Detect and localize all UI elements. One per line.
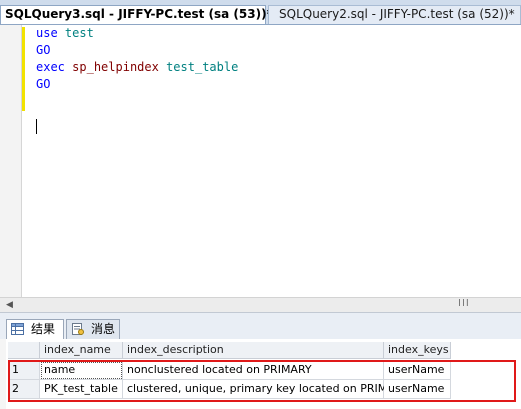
row-header-corner[interactable] (8, 342, 40, 359)
tab-results-label: 结果 (31, 322, 56, 336)
column-header-index-description[interactable]: index_description (123, 342, 384, 359)
procedure-name: sp_helpindex (72, 60, 159, 74)
keyword-go: GO (36, 77, 51, 91)
scroll-left-arrow-icon[interactable]: ◀ (6, 300, 13, 310)
table-name: test_table (166, 60, 239, 74)
tab-sqlquery3[interactable]: SQLQuery3.sql - JIFFY-PC.test (sa (53))* (0, 5, 273, 24)
results-grid[interactable]: index_name index_description index_keys … (0, 339, 521, 409)
keyword-go: GO (36, 43, 51, 57)
scroll-grip-icon[interactable]: III (458, 298, 470, 309)
column-header-index-name[interactable]: index_name (40, 342, 123, 359)
tab-results[interactable]: 结果 (6, 319, 64, 339)
keyword-use: use (36, 26, 58, 40)
text-caret (36, 119, 37, 134)
database-name: test (64, 26, 94, 40)
keyword-exec: exec (36, 60, 65, 74)
change-indicator-bar (22, 27, 25, 111)
tab-messages-label: 消息 (91, 322, 116, 336)
tab-sqlquery2[interactable]: SQLQuery2.sql - JIFFY-PC.test (sa (52))* (268, 5, 521, 24)
red-highlight-box (8, 360, 516, 402)
horizontal-scrollbar[interactable]: ◀ III (0, 297, 521, 312)
results-tab-strip: 结果 消息 (0, 312, 521, 340)
column-header-index-keys[interactable]: index_keys (384, 342, 451, 359)
grid-left-margin (0, 339, 6, 409)
code-line-4[interactable]: GO (36, 76, 50, 93)
editor-gutter (0, 25, 22, 297)
code-line-2[interactable]: GO (36, 42, 50, 59)
document-tab-strip: SQLQuery3.sql - JIFFY-PC.test (sa (53))*… (0, 0, 521, 25)
code-line-3[interactable]: exec sp_helpindex test_table (36, 59, 238, 76)
tab-messages[interactable]: 消息 (66, 319, 120, 339)
grid-icon (11, 323, 24, 335)
tab-label: SQLQuery3.sql - JIFFY-PC.test (sa (53))* (5, 7, 273, 21)
message-icon (72, 323, 84, 335)
query-editor[interactable]: use test GO exec sp_helpindex test_table… (0, 25, 521, 297)
code-line-1[interactable]: use test (36, 25, 94, 42)
tab-label: SQLQuery2.sql - JIFFY-PC.test (sa (52))* (279, 7, 515, 21)
